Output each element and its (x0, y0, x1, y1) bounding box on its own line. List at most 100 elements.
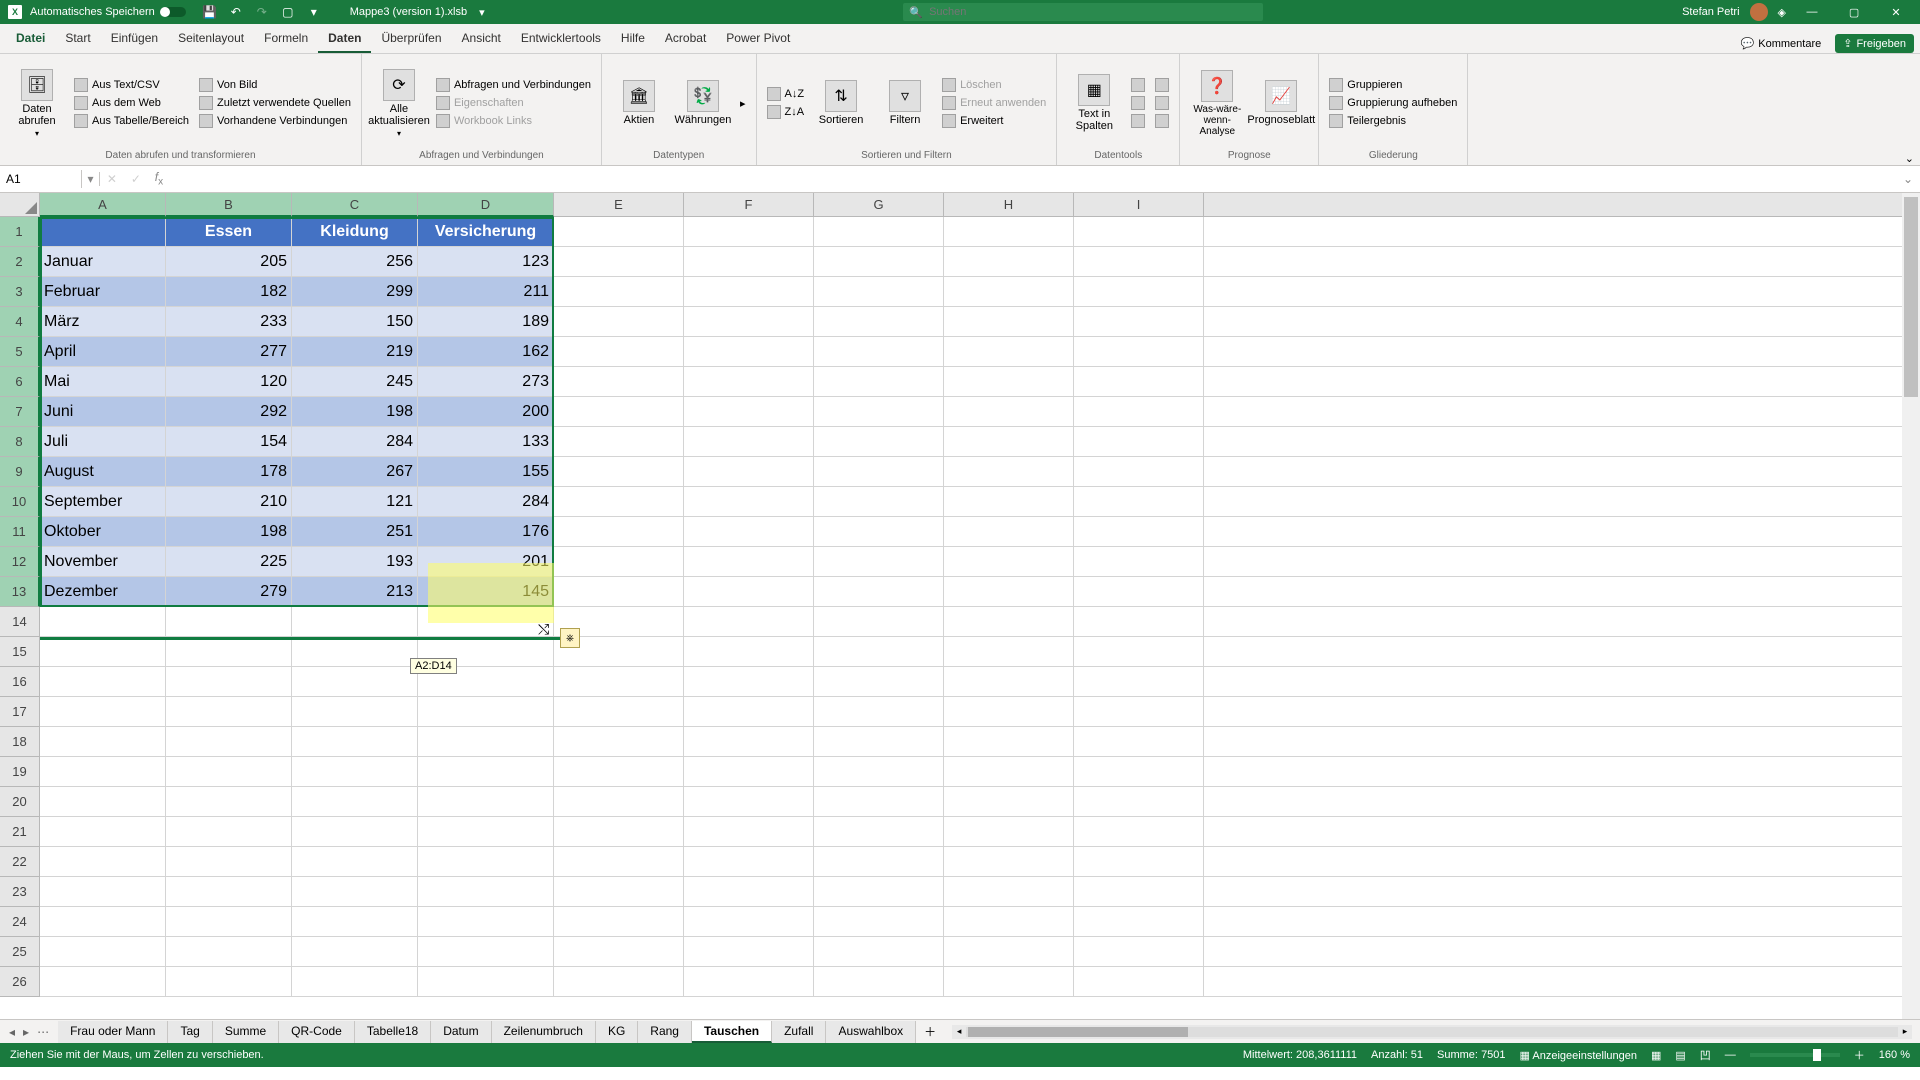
cell[interactable] (1074, 667, 1204, 697)
name-box-dd[interactable]: ▾ (82, 172, 100, 186)
cell[interactable] (1204, 547, 1920, 577)
cell[interactable] (684, 727, 814, 757)
cell[interactable]: 193 (292, 547, 418, 577)
col-header-G[interactable]: G (814, 193, 944, 217)
sheet-tab[interactable]: Zufall (772, 1021, 826, 1043)
cell[interactable] (554, 547, 684, 577)
cell[interactable] (554, 367, 684, 397)
cell[interactable] (166, 727, 292, 757)
cell[interactable] (554, 217, 684, 247)
cell[interactable] (684, 817, 814, 847)
cell[interactable] (814, 817, 944, 847)
view-layout-icon[interactable]: ▤ (1675, 1049, 1685, 1062)
ribbon-item[interactable]: Aus dem Web (72, 95, 191, 111)
cell[interactable] (814, 277, 944, 307)
cell[interactable]: Versicherung (418, 217, 554, 247)
ribbon-tab-acrobat[interactable]: Acrobat (655, 25, 716, 53)
save-icon[interactable]: 💾 (200, 5, 220, 19)
cell[interactable] (944, 697, 1074, 727)
cell[interactable]: 200 (418, 397, 554, 427)
cell[interactable] (684, 457, 814, 487)
cell[interactable] (684, 697, 814, 727)
cell[interactable] (1074, 937, 1204, 967)
refresh-all-button[interactable]: ⟳Alle aktualisieren▾ (370, 58, 428, 148)
cell[interactable] (1074, 607, 1204, 637)
cell[interactable] (40, 217, 166, 247)
cell[interactable] (1074, 247, 1204, 277)
cell[interactable] (554, 247, 684, 277)
minimize-button[interactable]: — (1796, 6, 1828, 18)
row-header-10[interactable]: 10 (0, 487, 40, 517)
cell[interactable] (814, 547, 944, 577)
col-header-B[interactable]: B (166, 193, 292, 217)
ribbon-tab-formeln[interactable]: Formeln (254, 25, 318, 53)
cell[interactable] (1074, 727, 1204, 757)
cell[interactable] (684, 667, 814, 697)
cell[interactable] (684, 757, 814, 787)
cell[interactable]: Essen (166, 217, 292, 247)
cell[interactable] (684, 427, 814, 457)
cell[interactable] (1074, 697, 1204, 727)
cell[interactable] (944, 517, 1074, 547)
cell[interactable]: 233 (166, 307, 292, 337)
cell[interactable]: August (40, 457, 166, 487)
cell[interactable] (40, 967, 166, 997)
cell[interactable] (292, 667, 418, 697)
enter-icon[interactable]: ✓ (131, 172, 141, 186)
cell[interactable] (944, 727, 1074, 757)
sheet-tab[interactable]: Zeilenumbruch (492, 1021, 596, 1043)
sheet-tab[interactable]: Frau oder Mann (58, 1021, 168, 1043)
row-header-7[interactable]: 7 (0, 397, 40, 427)
cell[interactable] (814, 517, 944, 547)
select-all-button[interactable] (0, 193, 40, 217)
text-to-columns-button[interactable]: ▦Text in Spalten (1065, 58, 1123, 148)
ribbon-tab-start[interactable]: Start (55, 25, 100, 53)
cell[interactable] (292, 697, 418, 727)
cell[interactable]: 273 (418, 367, 554, 397)
col-header-E[interactable]: E (554, 193, 684, 217)
row-header-8[interactable]: 8 (0, 427, 40, 457)
ribbon-item[interactable]: Aus Text/CSV (72, 77, 191, 93)
cell[interactable]: Kleidung (292, 217, 418, 247)
switch-icon[interactable] (160, 7, 186, 17)
cell[interactable]: März (40, 307, 166, 337)
undo-icon[interactable]: ↶ (226, 5, 246, 19)
cell[interactable] (554, 937, 684, 967)
col-header-I[interactable]: I (1074, 193, 1204, 217)
cell[interactable] (292, 787, 418, 817)
cell[interactable]: 213 (292, 577, 418, 607)
cell[interactable] (40, 787, 166, 817)
cell[interactable]: Juni (40, 397, 166, 427)
cell[interactable] (944, 217, 1074, 247)
cell[interactable] (554, 277, 684, 307)
cell[interactable] (418, 847, 554, 877)
row-header-19[interactable]: 19 (0, 757, 40, 787)
cell[interactable] (944, 427, 1074, 457)
cell[interactable] (166, 637, 292, 667)
row-header-25[interactable]: 25 (0, 937, 40, 967)
cell[interactable] (944, 547, 1074, 577)
cell[interactable] (1074, 577, 1204, 607)
sheet-tab[interactable]: Summe (213, 1021, 279, 1043)
cell[interactable]: 162 (418, 337, 554, 367)
cell[interactable] (554, 877, 684, 907)
cell[interactable] (814, 367, 944, 397)
ribbon-tab-datei[interactable]: Datei (6, 25, 55, 53)
row-header-17[interactable]: 17 (0, 697, 40, 727)
sheet-nav-prev[interactable]: ◂ (6, 1025, 18, 1039)
camera-icon[interactable]: ▢ (278, 5, 298, 19)
cell[interactable]: 123 (418, 247, 554, 277)
cell[interactable] (292, 757, 418, 787)
cell[interactable] (684, 787, 814, 817)
cell[interactable] (944, 247, 1074, 277)
cell[interactable]: 201 (418, 547, 554, 577)
cell[interactable] (554, 397, 684, 427)
cell[interactable] (944, 937, 1074, 967)
row-header-20[interactable]: 20 (0, 787, 40, 817)
cell[interactable] (418, 817, 554, 847)
cell[interactable] (814, 577, 944, 607)
cell[interactable] (1074, 367, 1204, 397)
cell[interactable] (814, 337, 944, 367)
cell[interactable]: 155 (418, 457, 554, 487)
cell[interactable]: 205 (166, 247, 292, 277)
